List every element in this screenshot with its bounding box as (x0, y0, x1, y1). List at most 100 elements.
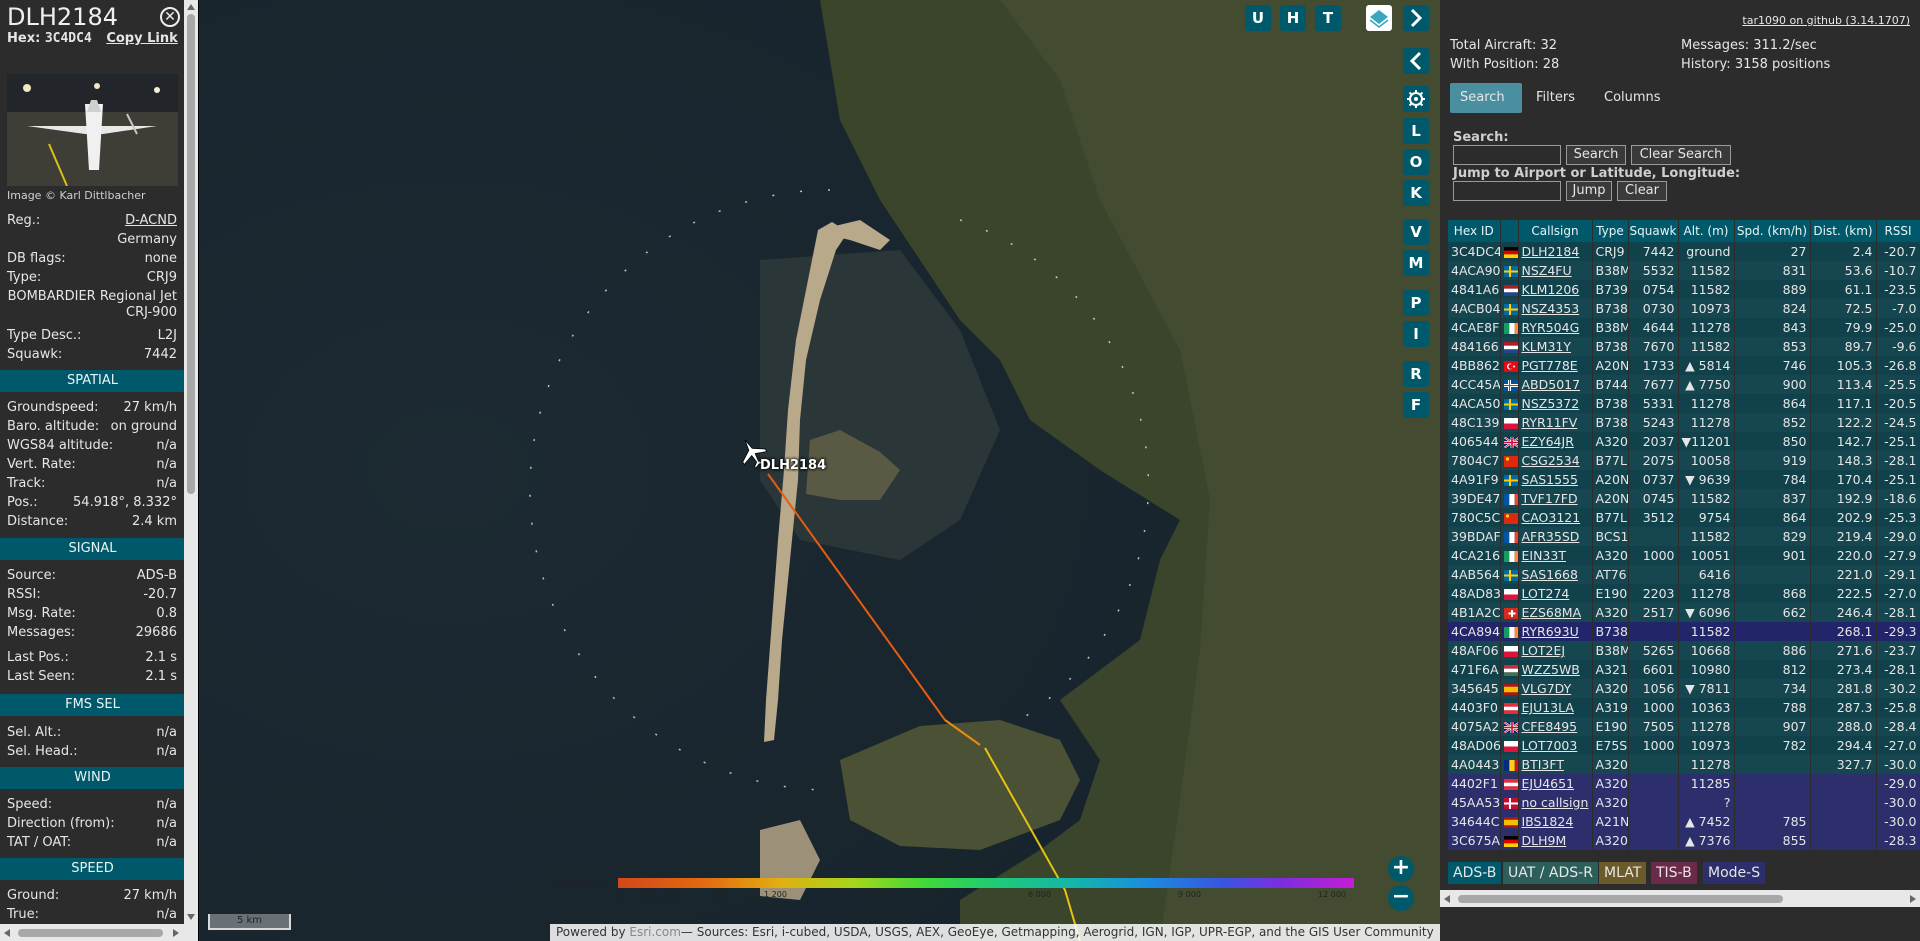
callsign-link[interactable]: BTI3FT (1522, 757, 1564, 772)
toggle-r-button[interactable]: R (1403, 361, 1429, 387)
callsign-link[interactable]: WZZ5WB (1522, 662, 1580, 677)
table-row[interactable]: 4CC45A ABD5017 B744 7677 ▲ 7750 900 113.4 -25.5 (1448, 375, 1920, 394)
table-row[interactable]: 345645 VLG7DY A320 1056 ▼ 7811 734 281.8 -30.2 (1448, 679, 1920, 698)
callsign-link[interactable]: EZS68MA (1522, 605, 1582, 620)
callsign-link[interactable]: IBS1824 (1522, 814, 1574, 829)
map-view[interactable]: DLH2184 U H T L O K V M P I R F + − ALTI… (200, 0, 1440, 941)
esri-link[interactable]: Esri.com (629, 925, 681, 939)
aircraft-map-label[interactable]: DLH2184 (760, 458, 826, 473)
toggle-i-button[interactable]: I (1403, 321, 1429, 347)
toggle-f-button[interactable]: F (1403, 392, 1429, 418)
callsign-link[interactable]: AFR35SD (1522, 529, 1580, 544)
jump-input[interactable] (1453, 181, 1561, 201)
column-header[interactable]: Alt. (m) (1678, 220, 1735, 242)
callsign-link[interactable]: RYR693U (1522, 624, 1579, 639)
callsign-link[interactable]: CSG2534 (1522, 453, 1580, 468)
aircraft-photo[interactable] (7, 74, 178, 186)
zoom-out-button[interactable]: − (1388, 885, 1414, 911)
table-row[interactable]: 4403F0 EJU13LA A319 1000 10363 788 287.3 -25.8 (1448, 698, 1920, 717)
callsign-link[interactable]: NSZ4FU (1522, 263, 1572, 278)
table-row[interactable]: 4ACA50 NSZ5372 B738 5331 11278 864 117.1 -20.5 (1448, 394, 1920, 413)
copy-link[interactable]: Copy Link (106, 31, 177, 46)
toggle-h-button[interactable]: H (1280, 5, 1306, 31)
expand-sidebar-icon[interactable] (1403, 5, 1429, 31)
github-link[interactable]: tar1090 on github (3.14.1707) (1742, 14, 1910, 27)
column-header[interactable]: Type (1592, 220, 1629, 242)
settings-gear-icon[interactable] (1403, 86, 1429, 112)
callsign-link[interactable]: EZY64JR (1522, 434, 1574, 449)
callsign-link[interactable]: SAS1555 (1522, 472, 1578, 487)
table-row[interactable]: 4AB564 SAS1668 AT76 6416 221.0 -29.1 (1448, 565, 1920, 584)
column-header[interactable]: RSSI (1876, 220, 1920, 242)
table-row[interactable]: 48C139 RYR11FV B738 5243 11278 852 122.2 -24.5 (1448, 413, 1920, 432)
callsign-link[interactable]: EJU13LA (1522, 700, 1574, 715)
reg-link[interactable]: D-ACND (125, 213, 177, 228)
table-row[interactable]: 4CAE8F RYR504G B38M 4644 11278 843 79.9 -25.0 (1448, 318, 1920, 337)
column-header[interactable]: Spd. (km/h) (1734, 220, 1811, 242)
toggle-v-button[interactable]: V (1403, 219, 1429, 245)
table-row[interactable]: 7804C7 CSG2534 B77L 2075 10058 919 148.3 -28.1 (1448, 451, 1920, 470)
callsign-link[interactable]: RYR11FV (1522, 415, 1578, 430)
toggle-l-button[interactable]: L (1403, 118, 1429, 144)
table-row[interactable]: 4ACB04 NSZ4353 B738 0730 10973 824 72.5 -7.0 (1448, 299, 1920, 318)
search-button[interactable]: Search (1566, 145, 1626, 165)
toggle-p-button[interactable]: P (1403, 290, 1429, 316)
callsign-link[interactable]: LOT7003 (1522, 738, 1578, 753)
callsign-link[interactable]: CFE8495 (1522, 719, 1578, 734)
table-row[interactable]: 4A0443 BTI3FT A320 11278 327.7 -30.0 (1448, 755, 1920, 774)
layers-icon[interactable] (1366, 5, 1392, 31)
clear-jump-button[interactable]: Clear (1617, 181, 1667, 201)
table-row[interactable]: 4A91F9 SAS1555 A20N 0737 ▼ 9639 784 170.4 -25.1 (1448, 470, 1920, 489)
table-row[interactable]: 406544 EZY64JR A320 2037 ▼11201 850 142.7 -25.1 (1448, 432, 1920, 451)
callsign-link[interactable]: no callsign (1522, 795, 1589, 810)
callsign-link[interactable]: KLM1206 (1522, 282, 1580, 297)
callsign-link[interactable]: DLH9M (1522, 833, 1567, 848)
table-row[interactable]: 34644C IBS1824 A21N ▲ 7452 785 -30.0 (1448, 812, 1920, 831)
toggle-m-button[interactable]: M (1403, 250, 1429, 276)
table-row[interactable]: 39DE47 TVF17FD A20N 0745 11582 837 192.9 -18.6 (1448, 489, 1920, 508)
callsign-link[interactable]: PGT778E (1522, 358, 1578, 373)
toggle-k-button[interactable]: K (1403, 180, 1429, 206)
table-row[interactable]: 48AD06 LOT7003 E75S 1000 10973 782 294.4 -27.0 (1448, 736, 1920, 755)
table-row[interactable]: 4B1A2C EZS68MA A320 2517 ▼ 6096 662 246.4 -28.1 (1448, 603, 1920, 622)
table-row[interactable]: 3C675A DLH9M A320 ▲ 7376 855 -28.3 (1448, 831, 1920, 850)
callsign-link[interactable]: VLG7DY (1522, 681, 1572, 696)
column-header[interactable] (1500, 220, 1519, 242)
search-input[interactable] (1453, 145, 1561, 165)
callsign-link[interactable]: KLM31Y (1522, 339, 1572, 354)
callsign-link[interactable]: LOT274 (1522, 586, 1570, 601)
column-header[interactable]: Callsign (1518, 220, 1593, 242)
table-row[interactable]: 39BDAF AFR35SD BCS1 11582 829 219.4 -29.0 (1448, 527, 1920, 546)
callsign-link[interactable]: NSZ5372 (1522, 396, 1580, 411)
toggle-t-button[interactable]: T (1315, 5, 1341, 31)
column-header[interactable]: Dist. (km) (1810, 220, 1877, 242)
table-row[interactable]: 780C5C CAO3121 B77L 3512 9754 864 202.9 -25.3 (1448, 508, 1920, 527)
toggle-u-button[interactable]: U (1245, 5, 1271, 31)
callsign-link[interactable]: SAS1668 (1522, 567, 1578, 582)
info-horizontal-scrollbar[interactable] (0, 924, 198, 941)
callsign-link[interactable]: TVF17FD (1522, 491, 1578, 506)
column-header[interactable]: Squawk (1628, 220, 1679, 242)
clear-search-button[interactable]: Clear Search (1631, 145, 1731, 165)
callsign-link[interactable]: NSZ4353 (1522, 301, 1580, 316)
callsign-link[interactable]: LOT2EJ (1522, 643, 1566, 658)
table-row[interactable]: 4402F1 EJU4651 A320 11285 -29.0 (1448, 774, 1920, 793)
table-row[interactable]: 471F6A WZZ5WB A321 6601 10980 812 273.4 -28.1 (1448, 660, 1920, 679)
close-icon[interactable]: ✕ (160, 7, 180, 27)
table-row[interactable]: 3C4DC4 DLH2184 CRJ9 7442 ground 27 2.4 -20.7 (1448, 242, 1920, 261)
table-row[interactable]: 4CA894 RYR693U B738 11582 268.1 -29.3 (1448, 622, 1920, 641)
table-row[interactable]: 48AD83 LOT274 E190 2203 11278 868 222.5 -27.0 (1448, 584, 1920, 603)
info-vertical-scrollbar[interactable] (184, 0, 198, 924)
table-row[interactable]: 48AF06 LOT2EJ B38M 5265 10668 886 271.6 -23.7 (1448, 641, 1920, 660)
table-row[interactable]: 4075A2 CFE8495 E190 7505 11278 907 288.0 -28.4 (1448, 717, 1920, 736)
table-row[interactable]: 4CA216 EIN33T A320 1000 10051 901 220.0 -27.9 (1448, 546, 1920, 565)
table-row[interactable]: 45AA53 no callsign A320? -30.0 (1448, 793, 1920, 812)
tab-search[interactable]: Search (1450, 83, 1522, 113)
table-row[interactable]: 4841A6 KLM1206 B739 0754 11582 889 61.1 -23.5 (1448, 280, 1920, 299)
callsign-link[interactable]: EJU4651 (1522, 776, 1575, 791)
tab-columns[interactable]: Columns (1594, 83, 1671, 113)
callsign-link[interactable]: CAO3121 (1522, 510, 1581, 525)
table-horizontal-scrollbar[interactable] (1440, 890, 1920, 907)
jump-button[interactable]: Jump (1566, 181, 1612, 201)
callsign-link[interactable]: EIN33T (1522, 548, 1566, 563)
